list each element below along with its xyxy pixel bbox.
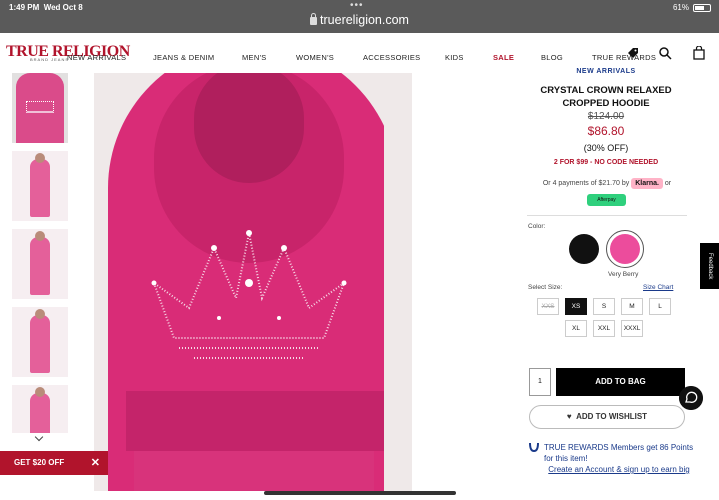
installment-text: Or 4 payments of $21.70 by Klarna. or [542, 178, 672, 189]
add-to-bag-button[interactable]: ADD TO BAG [556, 368, 685, 396]
sale-price: $86.80 [587, 124, 625, 138]
nav-jeans-denim[interactable]: JEANS & DENIM [153, 53, 214, 62]
new-arrivals-badge: NEW ARRIVALS [576, 68, 636, 75]
divider [527, 215, 687, 216]
nav-womens[interactable]: WOMEN'S [296, 53, 334, 62]
battery-icon [693, 3, 711, 12]
site-header: TRUE RELIGION BRAND JEANS NEW ARRIVALS J… [0, 33, 719, 73]
bag-icon[interactable] [692, 46, 706, 60]
promo-text: 2 FOR $99 - NO CODE NEEDED [553, 159, 659, 166]
rewards-info: TRUE REWARDS Members get 86 Points for t… [544, 443, 694, 475]
battery-percent: 61% [672, 3, 689, 12]
browser-chrome: 1:49 PM Wed Oct 8 ••• truereligion.com 6… [0, 0, 719, 33]
original-price: $124.00 [587, 111, 625, 122]
size-option-xl[interactable]: XL [565, 320, 587, 337]
size-label: Select Size: [528, 284, 563, 291]
size-chart-link[interactable]: Size Chart [643, 284, 673, 291]
nav-kids[interactable]: KIDS [445, 53, 464, 62]
nav-new-arrivals[interactable]: NEW ARRIVALS [67, 53, 126, 62]
nav-true-rewards[interactable]: TRUE REWARDS [592, 53, 656, 62]
status-time: 1:49 PM Wed Oct 8 [9, 3, 83, 12]
get-20-off-popup[interactable]: GET $20 OFF ✕ [0, 451, 108, 475]
url-bar[interactable]: truereligion.com [0, 13, 719, 27]
feedback-tab[interactable]: Feedback [700, 243, 719, 289]
size-option-s[interactable]: S [593, 298, 615, 315]
size-option-xs[interactable]: XS [565, 298, 587, 315]
lock-icon [310, 13, 318, 25]
color-label: Color: [528, 223, 546, 230]
nav-mens[interactable]: MEN'S [242, 53, 267, 62]
klarna-logo[interactable]: Klarna. [631, 178, 663, 189]
thumbnail-list [12, 73, 68, 441]
chat-icon[interactable] [679, 386, 703, 410]
heart-icon: ♥ [566, 412, 572, 421]
tag-icon[interactable] [626, 46, 640, 60]
nav-sale[interactable]: SALE [493, 53, 514, 62]
add-to-wishlist-button[interactable]: ♥ ADD TO WISHLIST [529, 405, 685, 429]
tab-dots-icon[interactable]: ••• [350, 0, 364, 11]
nav-blog[interactable]: BLOG [541, 53, 563, 62]
quantity-input[interactable]: 1 [529, 368, 551, 396]
afterpay-logo[interactable]: Afterpay [587, 194, 626, 206]
product-image[interactable] [94, 73, 412, 491]
horseshoe-icon [529, 442, 539, 453]
size-option-xxxl[interactable]: XXXL [621, 320, 643, 337]
create-account-link[interactable]: Create an Account & sign up to earn big [544, 464, 694, 475]
home-indicator [264, 491, 456, 495]
thumbnail[interactable] [12, 385, 68, 433]
color-swatch-black[interactable] [569, 234, 599, 264]
thumbnail[interactable] [12, 151, 68, 221]
thumbnail[interactable] [12, 307, 68, 377]
selected-color-name: Very Berry [608, 271, 639, 278]
discount-label: (30% OFF) [583, 143, 629, 153]
size-option-m[interactable]: M [621, 298, 643, 315]
thumbnail[interactable] [12, 229, 68, 299]
crystal-crown-graphic [151, 230, 347, 359]
size-option-l[interactable]: L [649, 298, 671, 315]
size-option-xxs[interactable]: XXS [537, 298, 559, 315]
color-swatch-very-berry[interactable] [610, 234, 640, 264]
status-indicators: 61% [673, 3, 711, 12]
product-title: CRYSTAL CROWN RELAXED CROPPED HOODIE [540, 85, 672, 109]
search-icon[interactable] [658, 46, 672, 60]
logo-subtext: BRAND JEANS [30, 57, 70, 62]
close-icon[interactable]: ✕ [91, 451, 100, 475]
size-option-xxl[interactable]: XXL [593, 320, 615, 337]
crown-icon [26, 101, 54, 113]
nav-accessories[interactable]: ACCESSORIES [363, 53, 420, 62]
thumbnail[interactable] [12, 73, 68, 143]
